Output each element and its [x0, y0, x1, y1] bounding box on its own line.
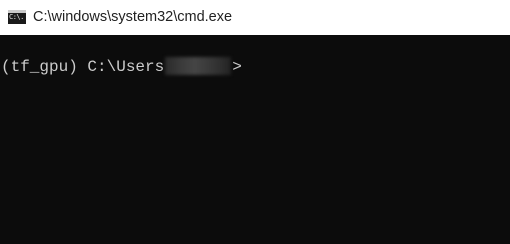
command-prompt-line: (tf_gpu) C:\Users > — [1, 57, 242, 77]
prompt-suffix: > — [232, 58, 242, 76]
title-bar[interactable]: C:\. C:\windows\system32\cmd.exe — [0, 0, 510, 35]
prompt-prefix: (tf_gpu) C:\Users — [1, 58, 165, 76]
cmd-icon-glyph: C:\. — [9, 13, 24, 21]
window-title: C:\windows\system32\cmd.exe — [33, 9, 233, 25]
cmd-window: C:\. C:\windows\system32\cmd.exe (tf_gpu… — [0, 0, 510, 244]
redacted-username — [165, 57, 232, 75]
cmd-app-icon[interactable]: C:\. — [8, 10, 26, 24]
console-area[interactable]: (tf_gpu) C:\Users > — [0, 35, 510, 244]
